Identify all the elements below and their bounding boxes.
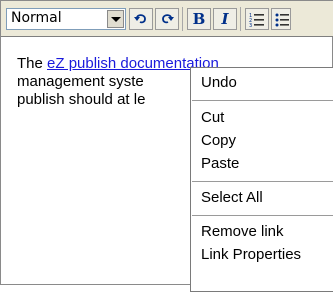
menu-item-copy[interactable]: Copy <box>201 132 236 149</box>
document-link[interactable]: eZ publish doc <box>47 55 145 72</box>
menu-item-remove-link[interactable]: Remove link <box>201 223 284 240</box>
unordered-list-button[interactable] <box>271 8 291 30</box>
italic-label: I <box>221 10 229 28</box>
redo-button[interactable] <box>155 8 179 30</box>
bold-label: B <box>192 10 206 28</box>
menu-item-cut[interactable]: Cut <box>201 109 224 126</box>
undo-icon <box>134 14 146 24</box>
menu-item-undo[interactable]: Undo <box>201 74 237 91</box>
menu-separator <box>192 215 333 216</box>
rich-text-editor: Normal B I 1 2 3 The eZ publish document… <box>0 0 333 292</box>
ordered-list-button[interactable]: 1 2 3 <box>245 8 269 30</box>
italic-button[interactable]: I <box>213 8 237 30</box>
menu-separator <box>192 100 333 101</box>
svg-text:3: 3 <box>249 23 252 28</box>
paragraph-style-select[interactable]: Normal <box>6 8 126 30</box>
editor-toolbar: Normal B I 1 2 3 <box>1 1 333 37</box>
style-dropdown-button[interactable] <box>107 10 124 28</box>
undo-button[interactable] <box>129 8 153 30</box>
context-menu: Undo Cut Copy Paste Select All Remove li… <box>190 67 333 292</box>
text-run: The <box>17 55 48 72</box>
bold-button[interactable]: B <box>187 8 211 30</box>
menu-item-select-all[interactable]: Select All <box>201 189 263 206</box>
toolbar-separator <box>182 7 183 31</box>
menu-item-link-properties[interactable]: Link Properties <box>201 246 301 263</box>
paragraph-style-value: Normal <box>11 10 62 26</box>
redo-icon <box>162 14 174 24</box>
chevron-down-icon <box>111 17 121 22</box>
toolbar-separator <box>240 7 241 31</box>
menu-separator <box>192 181 333 182</box>
ordered-list-icon: 1 2 3 <box>249 13 264 28</box>
unordered-list-icon <box>275 13 289 27</box>
menu-item-paste[interactable]: Paste <box>201 155 239 172</box>
